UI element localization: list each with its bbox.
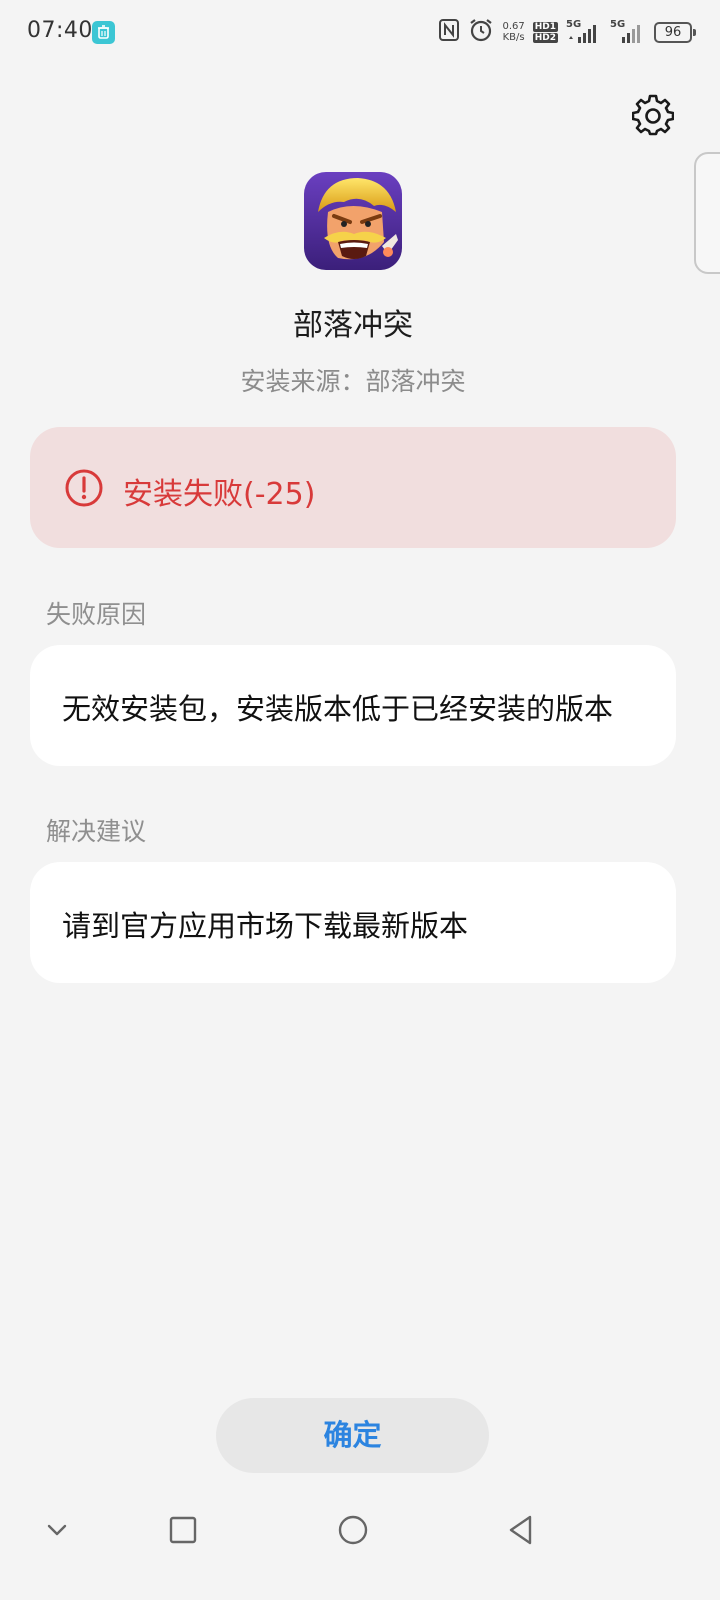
signal-2-icon: 5G bbox=[610, 19, 646, 45]
failure-reason-card: 无效安装包，安装版本低于已经安装的版本 bbox=[30, 645, 676, 766]
signal-1-icon: 5G bbox=[566, 19, 602, 45]
status-time: 07:40 bbox=[27, 18, 93, 43]
failure-reason-text: 无效安装包，安装版本低于已经安装的版本 bbox=[62, 692, 614, 726]
alarm-icon bbox=[468, 17, 494, 47]
nav-home-button[interactable] bbox=[332, 1509, 374, 1551]
suggestion-card: 请到官方应用市场下载最新版本 bbox=[30, 862, 676, 983]
status-icons: 0.67 KB/s HD1 HD2 5G 5G 96 bbox=[438, 16, 696, 48]
failure-reason-label: 失败原因 bbox=[46, 600, 147, 629]
network-speed: 0.67 KB/s bbox=[502, 21, 524, 43]
suggestion-text: 请到官方应用市场下载最新版本 bbox=[62, 909, 469, 943]
exclamation-circle-icon bbox=[64, 468, 104, 508]
hd1-label: HD1 bbox=[532, 21, 558, 32]
nfc-icon bbox=[438, 18, 460, 46]
chevron-down-icon bbox=[36, 1524, 78, 1555]
settings-button[interactable] bbox=[631, 94, 675, 136]
error-message: 安装失败(-25) bbox=[123, 477, 316, 512]
battery-icon: 96 bbox=[654, 21, 696, 43]
hd2-label: HD2 bbox=[532, 32, 558, 43]
edge-panel-handle[interactable] bbox=[694, 152, 720, 274]
app-name: 部落冲突 bbox=[293, 308, 413, 343]
nav-back-button[interactable] bbox=[500, 1509, 542, 1551]
hd-voice-icon: HD1 HD2 bbox=[532, 21, 558, 43]
error-banner: 安装失败(-25) bbox=[30, 427, 676, 548]
network-speed-value: 0.67 bbox=[502, 21, 525, 32]
nav-recents-button[interactable] bbox=[162, 1509, 204, 1551]
gear-icon bbox=[631, 94, 675, 140]
notification-app-icon bbox=[92, 21, 115, 44]
nav-hide-button[interactable] bbox=[36, 1509, 78, 1551]
install-source: 安装来源：部落冲突 bbox=[240, 367, 466, 396]
suggestion-label: 解决建议 bbox=[46, 817, 147, 846]
app-icon bbox=[304, 172, 402, 270]
circle-icon bbox=[332, 1515, 374, 1555]
triangle-back-icon bbox=[500, 1515, 542, 1555]
status-bar: 07:40 0.67 KB/s HD1 HD2 5G 5G 96 bbox=[0, 0, 720, 66]
network-speed-unit: KB/s bbox=[502, 32, 525, 43]
square-icon bbox=[162, 1516, 204, 1555]
confirm-button[interactable]: 确定 bbox=[216, 1398, 489, 1473]
